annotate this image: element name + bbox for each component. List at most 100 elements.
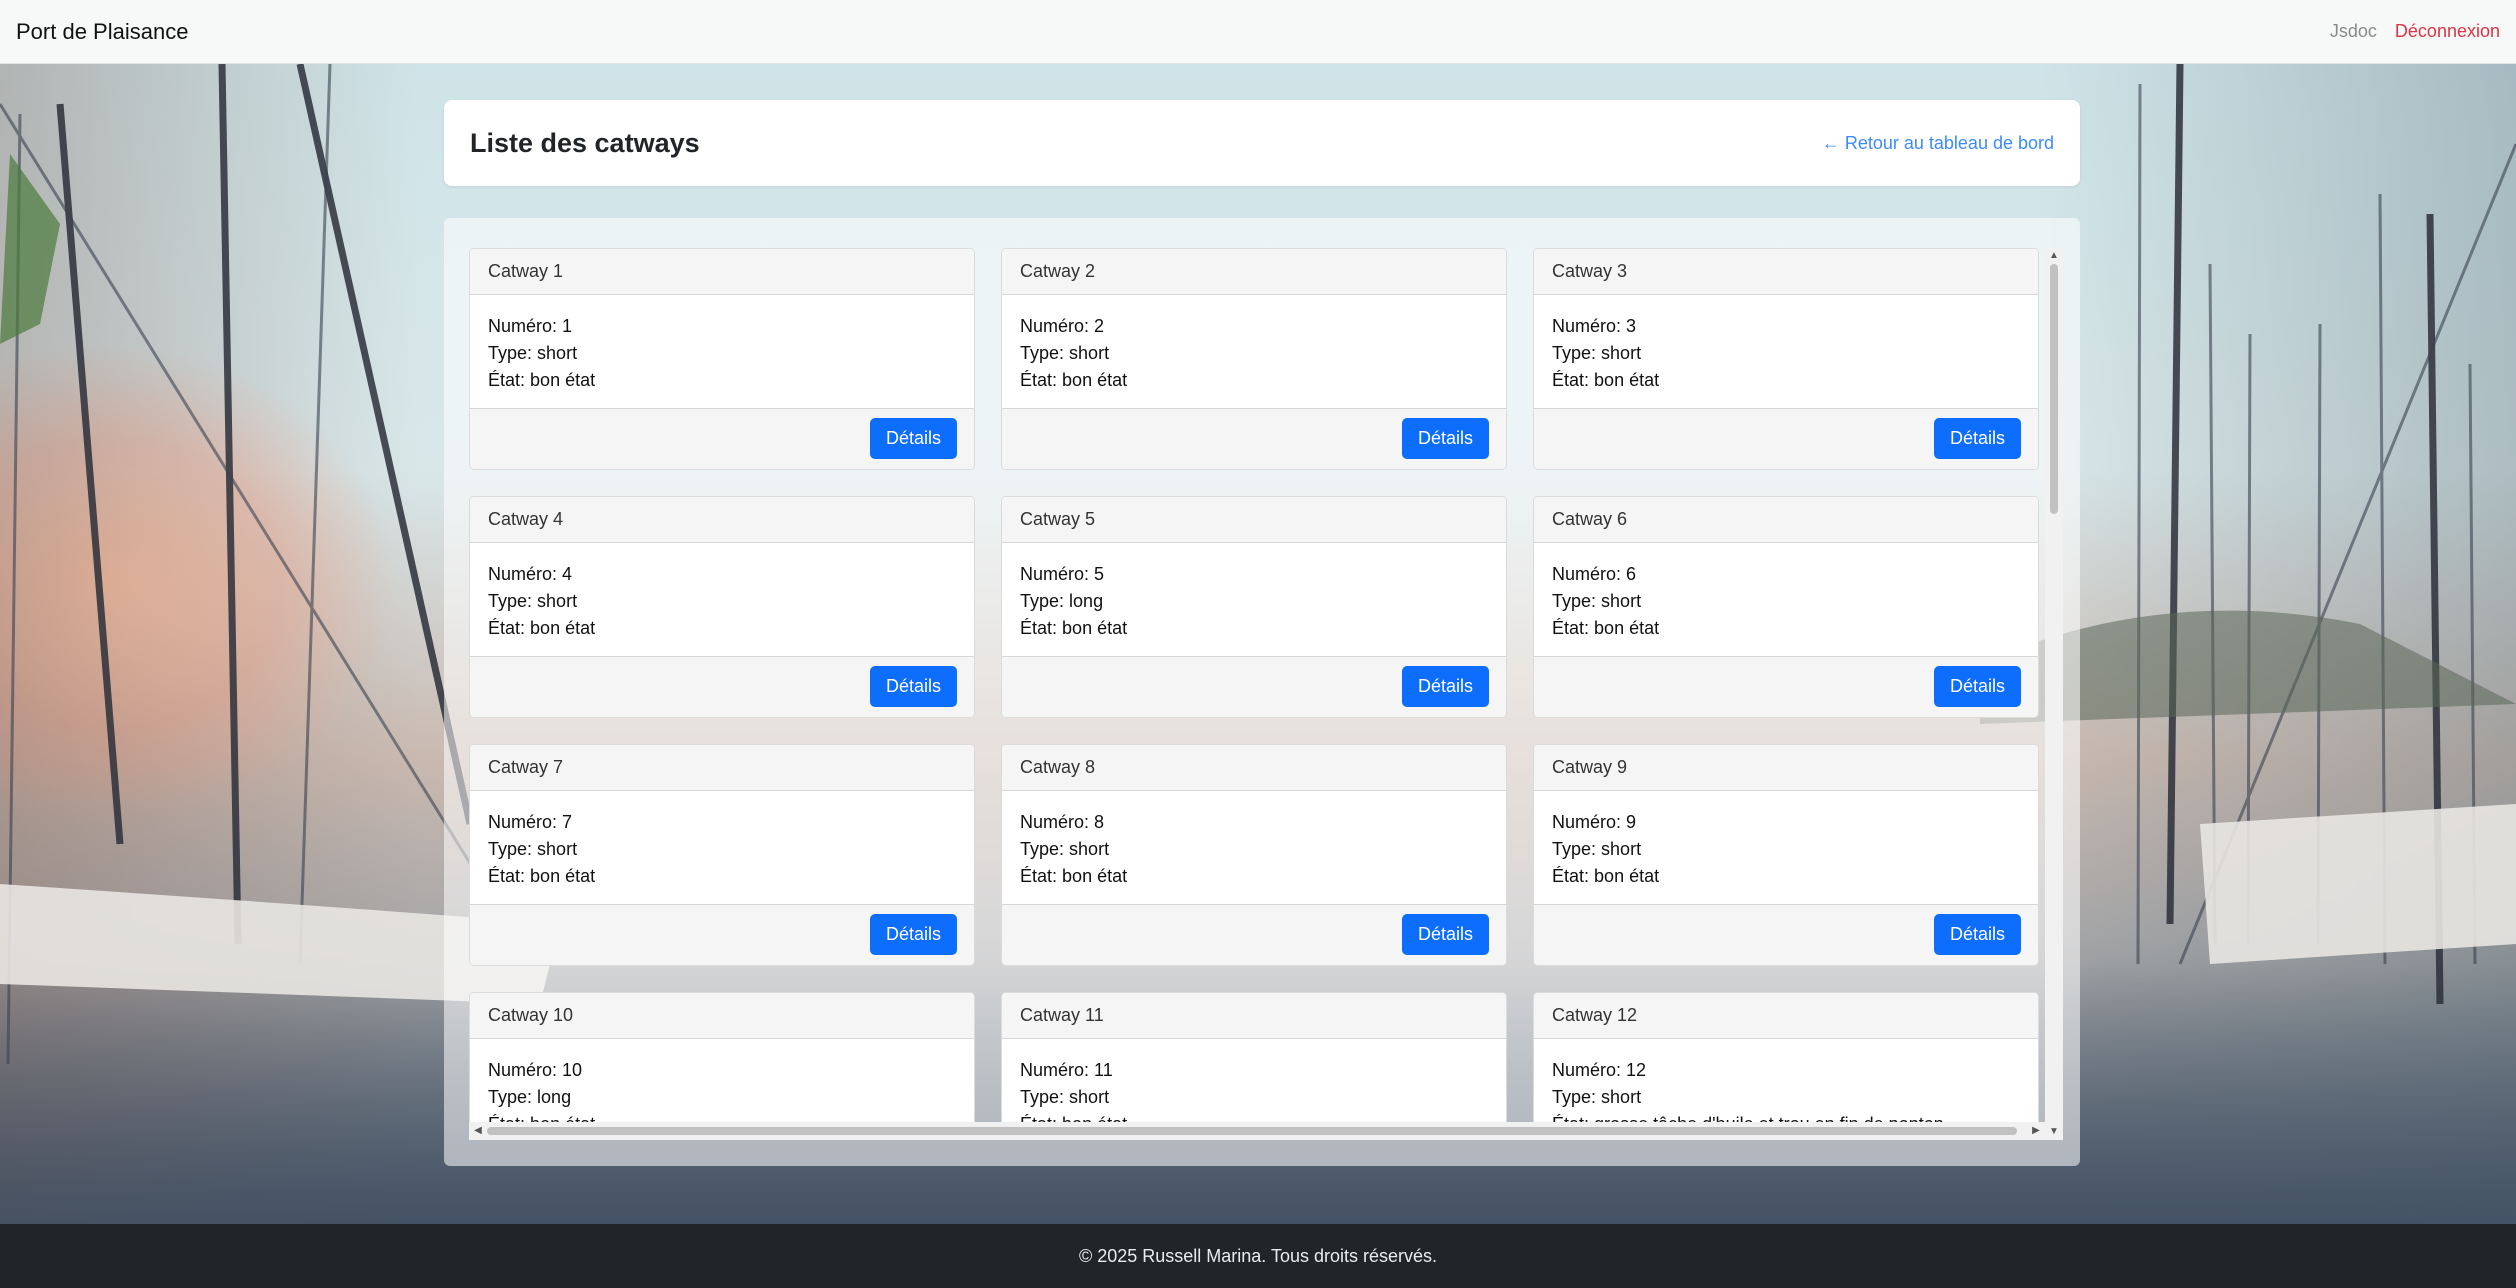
type-value: short (1601, 1086, 1642, 1107)
horizontal-scrollbar-thumb[interactable] (487, 1127, 2017, 1135)
type-value: short (1069, 838, 1110, 859)
numero-value: 12 (1626, 1059, 1647, 1080)
numero-label: Numéro: (1552, 811, 1622, 832)
catway-card-title: Catway 4 (470, 497, 974, 543)
catway-type-row: Type: short (488, 588, 956, 615)
catway-type-row: Type: short (488, 340, 956, 367)
nav-links: Jsdoc Déconnexion (2330, 21, 2500, 42)
type-label: Type: (1552, 342, 1597, 363)
numero-value: 11 (1094, 1059, 1113, 1080)
details-button[interactable]: Détails (1401, 666, 1489, 708)
catway-type-row: Type: long (488, 1084, 956, 1111)
catway-type-row: Type: short (1020, 340, 1488, 367)
type-label: Type: (488, 342, 533, 363)
catway-card: Catway 5 Numéro: 5 Type: long État: bon éta… (1001, 496, 1507, 718)
details-button[interactable]: Détails (869, 914, 957, 956)
type-label: Type: (1020, 590, 1065, 611)
type-value: short (1601, 590, 1642, 611)
type-value: short (1069, 1086, 1110, 1107)
catway-card-title: Catway 9 (1534, 745, 2038, 791)
etat-value: bon état (1594, 865, 1660, 886)
catway-card-body: Numéro: 5 Type: long État: bon état (1002, 543, 1506, 656)
numero-value: 1 (562, 315, 573, 336)
nav-link-logout[interactable]: Déconnexion (2395, 21, 2500, 42)
catway-card-footer: Détails (470, 655, 974, 717)
catway-numero-row: Numéro: 12 (1552, 1057, 2020, 1084)
details-button[interactable]: Détails (1401, 418, 1489, 460)
catway-card: Catway 9 Numéro: 9 Type: short État: bon ét… (1533, 744, 2039, 966)
type-label: Type: (488, 590, 533, 611)
type-value: short (1601, 838, 1642, 859)
catway-card-body: Numéro: 9 Type: short État: bon état (1534, 791, 2038, 904)
numero-value: 4 (562, 563, 573, 584)
catway-type-row: Type: short (1552, 836, 2020, 863)
numero-value: 2 (1094, 315, 1105, 336)
etat-value: bon état (1594, 617, 1660, 638)
scroll-down-arrow-icon[interactable]: ▼ (2048, 1126, 2060, 1138)
catway-type-row: Type: long (1020, 588, 1488, 615)
brand-link[interactable]: Port de Plaisance (16, 19, 188, 45)
catway-card-footer: Détails (470, 903, 974, 965)
details-button[interactable]: Détails (1933, 418, 2021, 460)
catways-panel: Liste des catways ← Retour au tableau de… (444, 100, 2080, 1166)
vertical-scrollbar-thumb[interactable] (2050, 264, 2058, 514)
nav-link-jsdoc[interactable]: Jsdoc (2330, 21, 2377, 42)
type-value: short (537, 590, 578, 611)
catway-numero-row: Numéro: 3 (1552, 313, 2020, 340)
type-value: short (1069, 342, 1110, 363)
details-button[interactable]: Détails (1933, 666, 2021, 708)
horizontal-scrollbar[interactable]: ◀ ▶ (469, 1122, 2045, 1140)
scroll-up-arrow-icon[interactable]: ▲ (2048, 250, 2060, 262)
catway-card-title: Catway 8 (1002, 745, 1506, 791)
catways-grid: Catway 1 Numéro: 1 Type: short État: bon ét… (469, 248, 2043, 1140)
etat-label: État: (488, 865, 526, 886)
scroll-right-arrow-icon[interactable]: ▶ (2030, 1125, 2042, 1137)
etat-label: État: (1552, 369, 1590, 390)
numero-label: Numéro: (1020, 315, 1090, 336)
catway-numero-row: Numéro: 2 (1020, 313, 1488, 340)
catway-numero-row: Numéro: 1 (488, 313, 956, 340)
details-button[interactable]: Détails (869, 666, 957, 708)
numero-label: Numéro: (1020, 563, 1090, 584)
catway-type-row: Type: short (1552, 1084, 2020, 1111)
vertical-scrollbar[interactable]: ▲ ▼ (2045, 248, 2063, 1140)
catway-card-body: Numéro: 3 Type: short État: bon état (1534, 295, 2038, 408)
catway-etat-row: État: bon état (1552, 367, 2020, 394)
catway-etat-row: État: bon état (488, 367, 956, 394)
type-label: Type: (488, 838, 533, 859)
type-label: Type: (1552, 1086, 1597, 1107)
catway-card: Catway 4 Numéro: 4 Type: short État: bon ét… (469, 496, 975, 718)
catway-card-footer: Détails (1534, 407, 2038, 469)
catway-card-footer: Détails (470, 407, 974, 469)
details-button[interactable]: Détails (869, 418, 957, 460)
etat-value: bon état (1594, 369, 1660, 390)
etat-label: État: (1020, 369, 1058, 390)
catway-card-title: Catway 12 (1534, 993, 2038, 1039)
navbar: Port de Plaisance Jsdoc Déconnexion (0, 0, 2516, 64)
etat-value: bon état (530, 369, 596, 390)
catway-numero-row: Numéro: 6 (1552, 561, 2020, 588)
catway-card-title: Catway 3 (1534, 249, 2038, 295)
catway-etat-row: État: bon état (488, 863, 956, 890)
catways-scroll-area[interactable]: Catway 1 Numéro: 1 Type: short État: bon ét… (469, 248, 2063, 1140)
back-to-dashboard-link[interactable]: ← Retour au tableau de bord (1822, 133, 2054, 154)
catway-etat-row: État: bon état (1552, 615, 2020, 642)
catway-numero-row: Numéro: 10 (488, 1057, 956, 1084)
etat-label: État: (1552, 617, 1590, 638)
catway-card-body: Numéro: 6 Type: short État: bon état (1534, 543, 2038, 656)
type-label: Type: (1020, 838, 1065, 859)
etat-label: État: (488, 617, 526, 638)
numero-label: Numéro: (488, 811, 558, 832)
etat-label: État: (1020, 617, 1058, 638)
scroll-left-arrow-icon[interactable]: ◀ (472, 1125, 484, 1137)
details-button[interactable]: Détails (1401, 914, 1489, 956)
numero-label: Numéro: (1552, 1059, 1622, 1080)
numero-value: 9 (1626, 811, 1637, 832)
type-value: long (1069, 590, 1104, 611)
catway-numero-row: Numéro: 4 (488, 561, 956, 588)
type-value: short (1601, 342, 1642, 363)
numero-value: 3 (1626, 315, 1637, 336)
details-button[interactable]: Détails (1933, 914, 2021, 956)
catway-card: Catway 10Numéro: 10Type: longÉtat: bon é… (469, 992, 975, 1140)
numero-value: 6 (1626, 563, 1637, 584)
